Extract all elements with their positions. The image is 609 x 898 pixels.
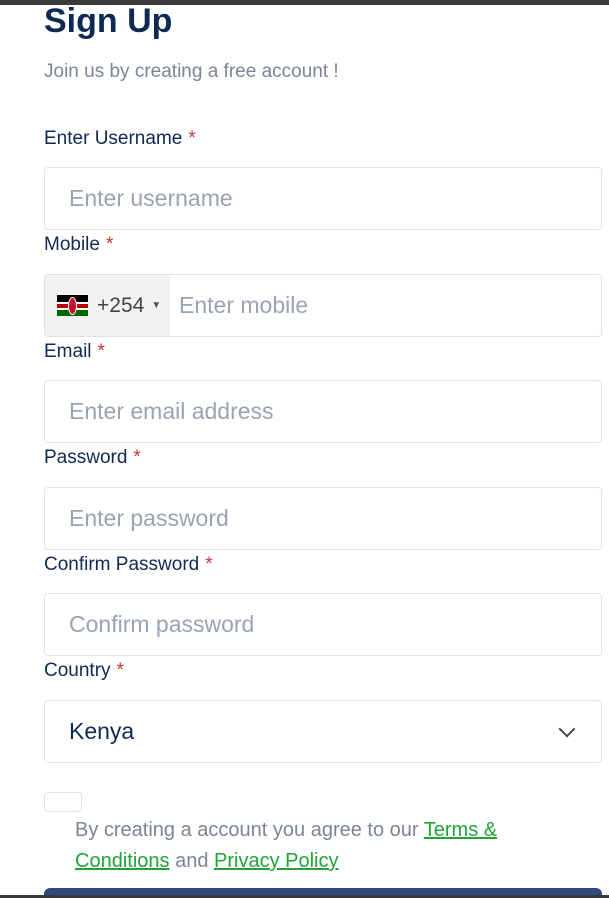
terms-checkbox[interactable] [44, 792, 82, 812]
password-label: Password * [44, 447, 141, 469]
terms-agreement-text: By creating a account you agree to our T… [75, 815, 545, 877]
required-mark: * [133, 447, 141, 468]
confirm-password-input[interactable] [45, 594, 601, 655]
required-mark: * [205, 554, 213, 575]
username-label-text: Enter Username [44, 128, 183, 149]
mobile-label-text: Mobile [44, 234, 100, 255]
username-field-wrapper [44, 167, 602, 230]
password-label-text: Password [44, 447, 128, 468]
page-subtitle: Join us by creating a free account ! [44, 61, 339, 82]
page-title: Sign Up [44, 2, 173, 40]
confirm-password-label: Confirm Password * [44, 554, 213, 576]
mobile-field-wrapper: +254 ▼ [44, 274, 602, 337]
kenya-flag-icon [57, 294, 88, 317]
chevron-down-icon [558, 720, 576, 737]
confirm-password-field-wrapper [44, 593, 602, 656]
username-input[interactable] [45, 168, 601, 229]
country-label-text: Country [44, 660, 111, 681]
country-code-selector[interactable]: +254 ▼ [45, 275, 170, 336]
agreement-prefix: By creating a account you agree to our [75, 819, 424, 841]
required-mark: * [188, 128, 196, 149]
required-mark: * [105, 234, 114, 255]
country-label: Country * [44, 660, 124, 682]
password-input[interactable] [45, 488, 601, 549]
email-field-wrapper [44, 380, 602, 443]
caret-down-icon: ▼ [151, 300, 162, 311]
agreement-conjunction: and [169, 850, 214, 872]
country-select[interactable]: Kenya [44, 700, 602, 763]
required-mark: * [116, 660, 124, 681]
country-code: +254 [97, 293, 145, 317]
password-field-wrapper [44, 487, 602, 550]
email-input[interactable] [45, 381, 601, 442]
email-label-text: Email [44, 341, 92, 362]
mobile-input[interactable] [170, 275, 601, 336]
email-label: Email * [44, 341, 105, 363]
confirm-password-label-text: Confirm Password [44, 554, 200, 575]
privacy-policy-link[interactable]: Privacy Policy [214, 850, 338, 872]
mobile-label: Mobile * [44, 234, 113, 256]
username-label: Enter Username * [44, 128, 196, 150]
required-mark: * [97, 341, 105, 362]
country-selected-value: Kenya [69, 718, 135, 744]
